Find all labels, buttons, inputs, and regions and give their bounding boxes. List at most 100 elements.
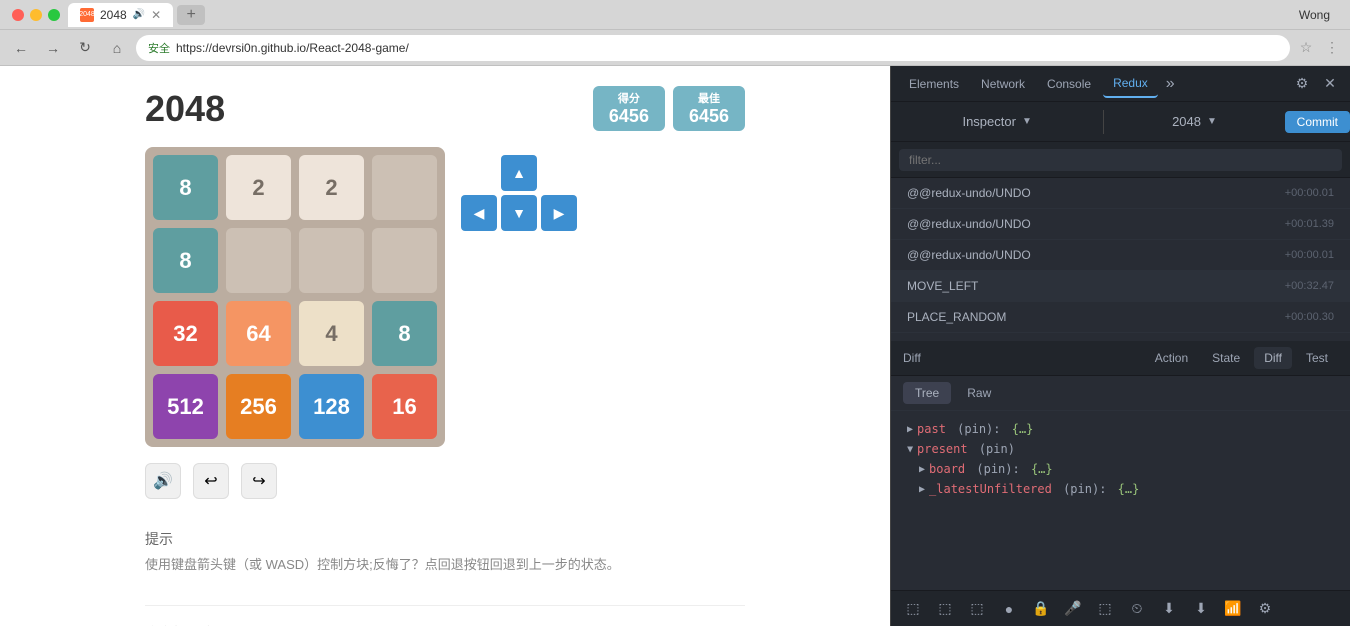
tree-key-past: past xyxy=(917,422,946,436)
tab-redux[interactable]: Redux xyxy=(1103,70,1158,98)
tree-key-board: board xyxy=(929,462,965,476)
action-time-3: +00:32.47 xyxy=(1285,280,1334,292)
tab-action[interactable]: Action xyxy=(1145,347,1198,369)
action-item-1[interactable]: @@redux-undo/UNDO +00:01.39 xyxy=(891,209,1350,240)
bt-btn-3[interactable]: ● xyxy=(995,595,1023,623)
bt-btn-4[interactable]: ⬚ xyxy=(1091,595,1119,623)
redo-button[interactable]: ↪ xyxy=(241,463,277,499)
down-button[interactable]: ▼ xyxy=(501,195,537,231)
action-time-1: +00:01.39 xyxy=(1285,218,1334,230)
bt-btn-0[interactable]: ⬚ xyxy=(899,595,927,623)
devtools-actions: ⚙ ✕ xyxy=(1290,72,1342,96)
tab-audio-icon: 🔊 xyxy=(133,9,145,20)
action-item-0[interactable]: @@redux-undo/UNDO +00:00.01 xyxy=(891,178,1350,209)
tree-paren-latest: (pin): xyxy=(1056,482,1114,496)
new-tab-button[interactable]: + xyxy=(177,5,205,25)
titlebar: 2048 2048 🔊 ✕ + Wong xyxy=(0,0,1350,30)
tab-elements[interactable]: Elements xyxy=(899,71,969,97)
audio-button[interactable]: 🔊 xyxy=(145,463,181,499)
tile-512: 512 xyxy=(153,374,218,439)
tile-128: 128 xyxy=(299,374,364,439)
forward-button[interactable]: → xyxy=(40,35,66,61)
more-tabs-button[interactable]: » xyxy=(1160,71,1181,97)
bt-btn-timer[interactable]: ⏲ xyxy=(1123,595,1151,623)
best-score-box: 最佳 6456 xyxy=(673,86,745,131)
footer-section: 欢迎留 tu 言 eae ♡ Like • 2 Liked • 5 Commen… xyxy=(145,605,745,626)
bookmark-icon[interactable]: ☆ xyxy=(1296,38,1316,58)
bt-btn-1[interactable]: ⬚ xyxy=(931,595,959,623)
tree-paren-present: (pin) xyxy=(972,442,1015,456)
tree-value-board: {…} xyxy=(1031,462,1053,476)
game-title: 2048 xyxy=(145,88,225,130)
game-page: 2048 得分 6456 最佳 6456 xyxy=(0,66,890,626)
expand-past-arrow[interactable]: ▶ xyxy=(907,424,913,435)
left-button[interactable]: ◀ xyxy=(461,195,497,231)
expand-present-arrow[interactable]: ▶ xyxy=(905,446,916,452)
store-dropdown[interactable]: ▼ xyxy=(1207,116,1217,127)
minimize-traffic-light[interactable] xyxy=(30,9,42,21)
up-button[interactable]: ▲ xyxy=(501,155,537,191)
action-item-3[interactable]: MOVE_LEFT +00:32.47 xyxy=(891,271,1350,302)
tile-empty xyxy=(372,155,437,220)
score-boxes: 得分 6456 最佳 6456 xyxy=(593,86,745,131)
action-tabs: Diff Action State Diff Test xyxy=(891,341,1350,376)
dt-close-icon[interactable]: ✕ xyxy=(1318,72,1342,96)
tile-16: 16 xyxy=(372,374,437,439)
filter-input[interactable] xyxy=(899,149,1342,171)
action-name-0: @@redux-undo/UNDO xyxy=(907,186,1031,200)
tile-empty3 xyxy=(299,228,364,293)
bt-btn-6[interactable]: ⬇ xyxy=(1187,595,1215,623)
tab-favicon: 2048 xyxy=(80,8,94,22)
action-list: @@redux-undo/UNDO +00:00.01 @@redux-undo… xyxy=(891,178,1350,341)
home-button[interactable]: ⌂ xyxy=(104,35,130,61)
bt-btn-2[interactable]: ⬚ xyxy=(963,595,991,623)
commit-button[interactable]: Commit xyxy=(1285,111,1350,133)
back-button[interactable]: ← xyxy=(8,35,34,61)
tab-close-icon[interactable]: ✕ xyxy=(151,8,161,22)
action-time-2: +00:00.01 xyxy=(1285,249,1334,261)
tab-raw[interactable]: Raw xyxy=(955,382,1003,404)
tree-item-latest: ▶ _latestUnfiltered (pin): {…} xyxy=(899,479,1342,499)
menu-icon[interactable]: ⋮ xyxy=(1322,38,1342,58)
tab-diff[interactable]: Diff xyxy=(1254,347,1292,369)
tab-state[interactable]: State xyxy=(1202,347,1250,369)
tab-network[interactable]: Network xyxy=(971,71,1035,97)
tile-32: 32 xyxy=(153,301,218,366)
tab-test[interactable]: Test xyxy=(1296,347,1338,369)
score-box: 得分 6456 xyxy=(593,86,665,131)
url-bar[interactable]: 安全 https://devrsi0n.github.io/React-2048… xyxy=(136,35,1290,61)
hints-text: 使用键盘箭头键（或 WASD）控制方块;反悔了？点回退按钮回退到上一步的状态。 xyxy=(145,555,745,575)
middle-control-row: ◀ ▼ ▶ xyxy=(461,195,577,231)
undo-button[interactable]: ↩ xyxy=(193,463,229,499)
action-item-4[interactable]: PLACE_RANDOM +00:00.30 xyxy=(891,302,1350,333)
tile-8: 8 xyxy=(153,155,218,220)
bt-btn-signal[interactable]: 📶 xyxy=(1219,595,1247,623)
inspector-section: Inspector ▼ xyxy=(891,114,1103,129)
expand-board-arrow[interactable]: ▶ xyxy=(919,464,925,475)
active-tab[interactable]: 2048 2048 🔊 ✕ xyxy=(68,3,173,27)
close-traffic-light[interactable] xyxy=(12,9,24,21)
best-label: 最佳 xyxy=(689,90,729,106)
tree-view: ▶ past (pin): {…} ▶ present (pin) ▶ boar… xyxy=(891,411,1350,590)
dt-settings-icon[interactable]: ⚙ xyxy=(1290,72,1314,96)
expand-latest-arrow[interactable]: ▶ xyxy=(919,484,925,495)
bt-btn-settings[interactable]: ⚙ xyxy=(1251,595,1279,623)
devtools-tabs: Elements Network Console Redux » ⚙ ✕ xyxy=(891,66,1350,102)
bt-btn-mic[interactable]: 🎤 xyxy=(1059,595,1087,623)
tab-tree[interactable]: Tree xyxy=(903,382,951,404)
reload-button[interactable]: ↻ xyxy=(72,35,98,61)
tree-item-board: ▶ board (pin): {…} xyxy=(899,459,1342,479)
maximize-traffic-light[interactable] xyxy=(48,9,60,21)
tab-bar: 2048 2048 🔊 ✕ + Wong xyxy=(68,3,1338,27)
game-container: 2048 得分 6456 最佳 6456 xyxy=(145,86,745,626)
tree-paren-board: (pin): xyxy=(969,462,1027,476)
bt-btn-lock[interactable]: 🔒 xyxy=(1027,595,1055,623)
bt-btn-5[interactable]: ⬇ xyxy=(1155,595,1183,623)
action-name-4: PLACE_RANDOM xyxy=(907,310,1006,324)
tab-console[interactable]: Console xyxy=(1037,71,1101,97)
inspector-dropdown[interactable]: ▼ xyxy=(1022,116,1032,127)
right-button[interactable]: ▶ xyxy=(541,195,577,231)
tile-2: 2 xyxy=(226,155,291,220)
tree-value-latest: {…} xyxy=(1118,482,1140,496)
action-item-2[interactable]: @@redux-undo/UNDO +00:00.01 xyxy=(891,240,1350,271)
